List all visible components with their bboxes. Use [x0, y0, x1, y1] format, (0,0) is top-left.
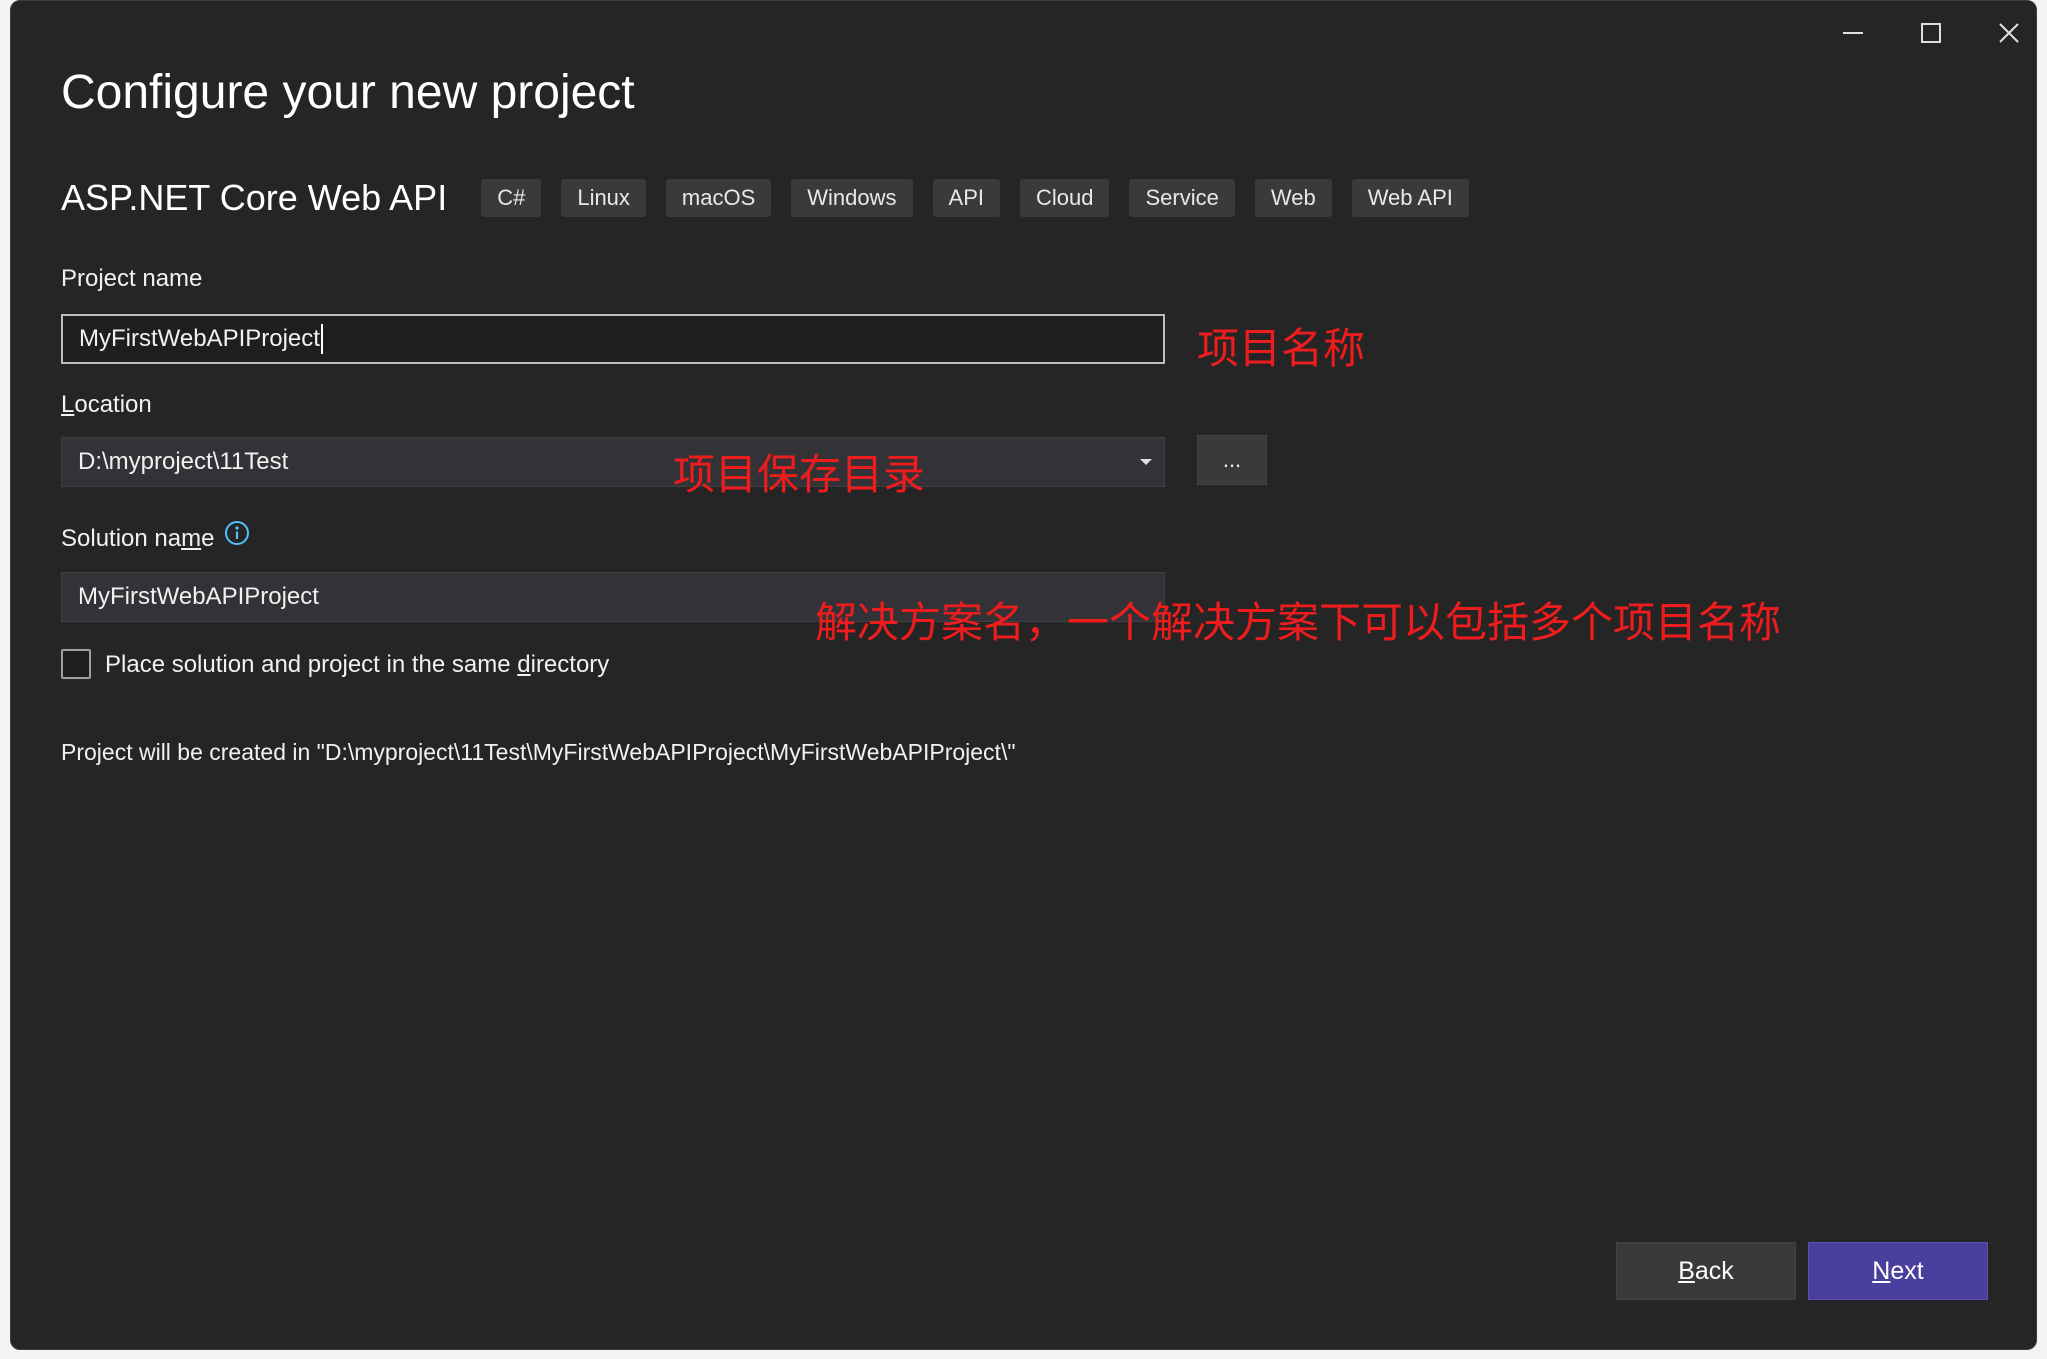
same-directory-label[interactable]: Place solution and project in the same d…: [105, 651, 609, 679]
location-combobox[interactable]: D:\myproject\11Test: [61, 437, 1165, 487]
project-name-input[interactable]: MyFirstWebAPIProject: [61, 314, 1165, 364]
close-icon: [1998, 22, 2020, 44]
annotation-solution-name: 解决方案名，一个解决方案下可以包括多个项目名称: [815, 598, 1782, 647]
close-button[interactable]: [1973, 11, 2036, 55]
tag-cloud: Cloud: [1020, 179, 1110, 217]
browse-button[interactable]: ...: [1197, 435, 1267, 485]
tag-web-api: Web API: [1351, 179, 1469, 217]
page-title: Configure your new project: [61, 66, 635, 119]
project-path-preview: Project will be created in "D:\myproject…: [61, 739, 1016, 765]
maximize-button[interactable]: [1895, 11, 1967, 55]
tag-api: API: [932, 179, 1000, 217]
annotation-project-name: 项目名称: [1197, 324, 1366, 373]
location-value: D:\myproject\11Test: [78, 448, 289, 475]
project-name-value: MyFirstWebAPIProject: [79, 325, 320, 352]
template-name: ASP.NET Core Web API: [61, 177, 448, 218]
tag-web: Web: [1254, 179, 1332, 217]
minimize-button[interactable]: [1817, 11, 1889, 55]
solution-name-value: MyFirstWebAPIProject: [78, 583, 319, 610]
tag-service: Service: [1129, 179, 1235, 217]
same-directory-checkbox[interactable]: [61, 649, 91, 679]
tag-windows: Windows: [791, 179, 913, 217]
tag-linux: Linux: [561, 179, 646, 217]
chevron-down-icon[interactable]: [1134, 438, 1158, 486]
configure-project-dialog: Configure your new project ASP.NET Core …: [10, 0, 2037, 1350]
project-name-label: Project name: [61, 265, 203, 292]
template-header: ASP.NET Core Web API C# Linux macOS Wind…: [61, 177, 1489, 219]
back-button[interactable]: Back: [1616, 1242, 1796, 1300]
minimize-icon: [1842, 22, 1864, 44]
maximize-icon: [1920, 22, 1942, 44]
tag-csharp: C#: [481, 179, 542, 217]
tag-macos: macOS: [665, 179, 772, 217]
solution-name-label: Solution name: [61, 521, 250, 553]
info-icon[interactable]: [224, 520, 250, 553]
text-caret: [320, 324, 323, 354]
location-label: Location: [61, 391, 152, 418]
annotation-location: 项目保存目录: [673, 450, 926, 499]
next-button[interactable]: Next: [1808, 1242, 1988, 1300]
